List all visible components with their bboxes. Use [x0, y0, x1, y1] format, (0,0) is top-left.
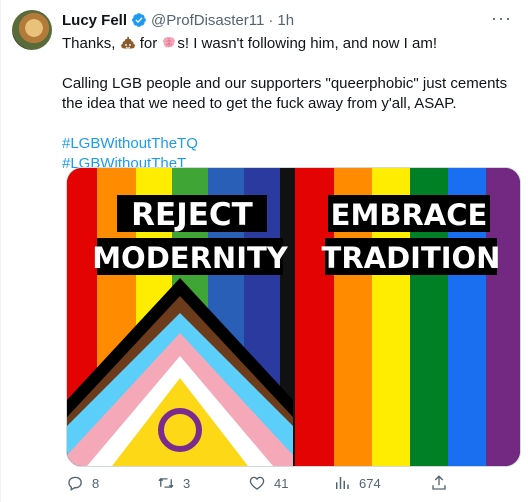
tweet-paragraph-2: Calling LGB people and our supporters "q… [62, 75, 508, 112]
retweet-count: 3 [183, 475, 191, 491]
heart-icon [249, 476, 265, 490]
modernity-text: MODERNITY [92, 241, 289, 275]
separator-dot: · [268, 11, 274, 29]
text-segment: Thanks, [62, 35, 120, 52]
poop-emoji-icon [120, 35, 136, 51]
retweet-icon [158, 477, 174, 489]
tradition-text: TRADITION [322, 241, 501, 275]
more-options-icon[interactable]: ··· [491, 8, 512, 29]
verified-badge-icon [131, 12, 147, 28]
tweet-actions: 8 3 41 674 [66, 474, 446, 498]
tweet-paragraph-1: Thanks, for s! I wasn't following him, a… [62, 34, 512, 54]
share-button[interactable] [430, 474, 448, 492]
author-handle[interactable]: @ProfDisaster11 [151, 12, 264, 29]
tweet-header: Lucy Fell @ProfDisaster11 · 1h [62, 10, 294, 30]
tweet-text: Thanks, for s! I wasn't following him, a… [62, 34, 512, 174]
embrace-text: EMBRACE [331, 198, 488, 232]
reply-count: 8 [92, 475, 100, 491]
text-segment: s! I wasn't following him, and now I am! [177, 35, 438, 52]
meme-image: REJECT MODERNITY EMBRACE TRADITION [67, 168, 520, 466]
hashtag-link[interactable]: #LGBWithoutTheTQ [62, 134, 512, 154]
views-button[interactable]: 674 [333, 474, 381, 492]
like-button[interactable]: 41 [248, 474, 288, 492]
reply-button[interactable]: 8 [66, 474, 99, 492]
reply-icon [68, 476, 82, 491]
share-icon [432, 475, 446, 490]
reject-text: REJECT [131, 197, 253, 233]
tweet-image[interactable]: REJECT MODERNITY EMBRACE TRADITION [66, 167, 521, 467]
brain-emoji-icon [161, 35, 177, 51]
like-count: 41 [274, 475, 289, 491]
retweet-button[interactable]: 3 [157, 474, 190, 492]
text-segment: for [135, 35, 162, 52]
author-name[interactable]: Lucy Fell [62, 12, 127, 29]
thread-divider [0, 0, 1, 502]
tweet-time[interactable]: 1h [277, 12, 294, 29]
view-count: 674 [359, 475, 381, 491]
avatar[interactable] [12, 10, 52, 50]
views-chart-icon [336, 477, 349, 489]
